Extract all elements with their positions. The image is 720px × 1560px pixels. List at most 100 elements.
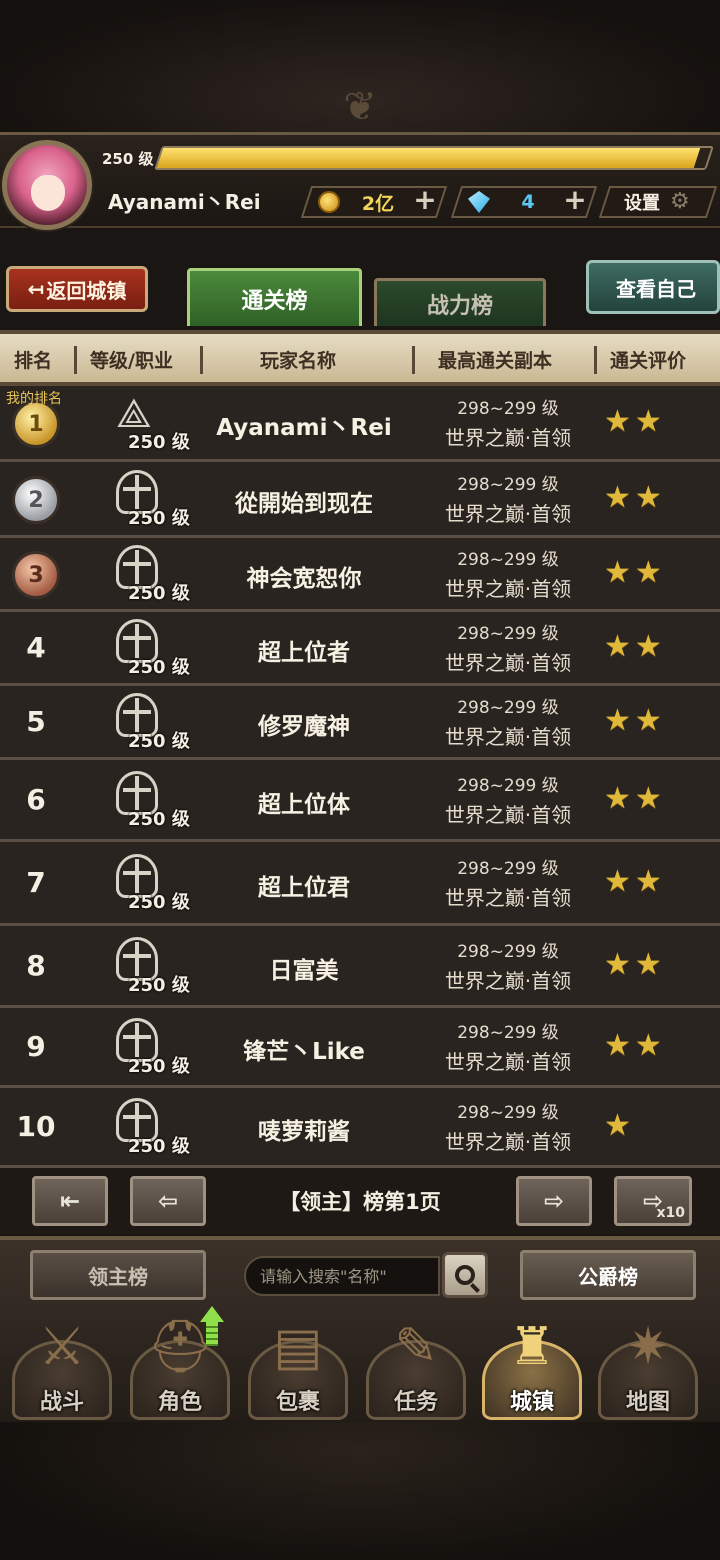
ranking-row[interactable]: 3 250 级 神会宽恕你 298~299 级世界之巅·首领 ★★ [0, 538, 720, 612]
player-name: Ayanami丶Rei [108, 190, 261, 214]
rank-number: 5 [26, 705, 46, 738]
rating-stars-icon: ★★ [604, 864, 666, 899]
ranking-row[interactable]: 10 250 级 唛萝莉酱 298~299 级世界之巅·首领 ★ [0, 1088, 720, 1168]
next-page-button[interactable]: ⇨ [516, 1176, 592, 1226]
col-player: 玩家名称 [260, 350, 337, 372]
row-level: 250 级 [128, 809, 190, 830]
gold-coin-icon [318, 191, 340, 213]
ornament-icon: ❦ [343, 84, 377, 130]
player-name-cell: 神会宽恕你 [246, 566, 362, 592]
stage-name: 世界之巅·首领 [444, 886, 572, 910]
prev-page-button[interactable]: ⇦ [130, 1176, 206, 1226]
upgrade-arrow-icon [200, 1306, 224, 1322]
row-level: 250 级 [128, 657, 190, 678]
rating-stars-icon: ★★ [604, 555, 666, 590]
col-rating: 通关评价 [610, 350, 687, 372]
stage-level-range: 298~299 级 [457, 1023, 559, 1043]
player-level: 250 级 [102, 150, 154, 168]
bag-icon: ▤ [273, 1317, 323, 1377]
battle-icon: ⚔ [38, 1317, 86, 1377]
rank-number: 10 [16, 1110, 56, 1143]
col-divider [200, 346, 203, 374]
gear-icon: ⚙ [670, 189, 690, 214]
tab-power-ranking[interactable]: 战力榜 [374, 278, 546, 326]
quest-icon: ✎ [394, 1317, 438, 1377]
forward-ten-pages-button[interactable]: ⇨ x10 [614, 1176, 692, 1226]
settings-label: 设置 [624, 193, 660, 214]
col-rank: 排名 [14, 350, 53, 372]
ranking-row[interactable]: 9 250 级 锋芒丶Like 298~299 级世界之巅·首领 ★★ [0, 1008, 720, 1088]
add-gem-button[interactable]: + [560, 186, 590, 216]
col-divider [74, 346, 77, 374]
col-level-class: 等级/职业 [90, 350, 173, 372]
rank-number: 4 [26, 631, 46, 664]
nav-label: 角色 [157, 1390, 202, 1415]
row-level: 250 级 [128, 583, 190, 604]
first-page-button[interactable]: ⇤ [32, 1176, 108, 1226]
nav-character[interactable]: ⛑ 角色 [124, 1306, 236, 1420]
rating-stars-icon: ★★ [604, 404, 666, 439]
add-gold-button[interactable]: + [410, 186, 440, 216]
nav-label: 任务 [393, 1390, 438, 1415]
stage-name: 世界之巅·首领 [444, 426, 572, 450]
stage-name: 世界之巅·首领 [444, 651, 572, 675]
nav-map[interactable]: ✷ 地图 [592, 1312, 704, 1420]
row-level: 250 级 [128, 892, 190, 913]
avatar-face-icon [31, 175, 65, 211]
search-input[interactable] [244, 1256, 440, 1296]
player-name-cell: 唛萝莉酱 [258, 1119, 350, 1145]
rank-number: 9 [26, 1030, 46, 1063]
column-header: 排名 等级/职业 玩家名称 最高通关副本 通关评价 [0, 330, 720, 386]
ranking-row[interactable]: 2 250 级 從開始到现在 298~299 级世界之巅·首领 ★★ [0, 462, 720, 538]
ranking-row[interactable]: 1 ⟁ 250 级 Ayanami丶Rei 298~299 级世界之巅·首领 ★★ [0, 386, 720, 462]
back-label: 返回城镇 [46, 278, 127, 303]
nav-label: 城镇 [509, 1390, 554, 1415]
nav-battle[interactable]: ⚔ 战斗 [6, 1312, 118, 1420]
character-icon: ⛑ [146, 1317, 213, 1377]
ranking-row[interactable]: 4 250 级 超上位者 298~299 级世界之巅·首领 ★★ [0, 612, 720, 686]
nav-bag[interactable]: ▤ 包裹 [242, 1312, 354, 1420]
row-level: 250 级 [128, 1056, 190, 1077]
rating-stars-icon: ★★ [604, 703, 666, 738]
stage-level-range: 298~299 级 [457, 399, 559, 419]
settings-button[interactable]: 设置 ⚙ [598, 186, 718, 218]
stage-level-range: 298~299 级 [457, 1103, 559, 1123]
bottom-background [0, 1422, 720, 1560]
tab-clear-ranking[interactable]: 通关榜 [187, 268, 362, 326]
back-to-town-button[interactable]: ↤ 返回城镇 [6, 266, 148, 312]
player-name-cell: 锋芒丶Like [243, 1039, 365, 1065]
row-level: 250 级 [128, 975, 190, 996]
rating-stars-icon: ★★ [604, 947, 666, 982]
stage-name: 世界之巅·首领 [444, 969, 572, 993]
x10-label: x10 [656, 1205, 685, 1221]
town-icon: ♜ [508, 1317, 556, 1377]
ranking-row[interactable]: 8 250 级 日富美 298~299 级世界之巅·首领 ★★ [0, 926, 720, 1008]
gem-value: 4 [521, 191, 535, 213]
duke-ranking-button[interactable]: 公爵榜 [520, 1250, 696, 1300]
ranking-row[interactable]: 5 250 级 修罗魔神 298~299 级世界之巅·首领 ★★ [0, 686, 720, 760]
rating-stars-icon: ★★ [604, 1028, 666, 1063]
lord-ranking-button[interactable]: 领主榜 [30, 1250, 206, 1300]
stage-level-range: 298~299 级 [457, 475, 559, 495]
view-self-button[interactable]: 查看自己 [586, 260, 720, 314]
rank-number: 8 [26, 949, 46, 982]
rating-stars-icon: ★★ [604, 629, 666, 664]
search-button[interactable] [442, 1252, 488, 1298]
nav-label: 地图 [625, 1390, 670, 1415]
player-name-cell: 超上位君 [258, 875, 350, 901]
exp-bar-fill [156, 148, 701, 168]
avatar[interactable] [2, 140, 92, 230]
ranking-row[interactable]: 6 250 级 超上位体 298~299 级世界之巅·首领 ★★ [0, 760, 720, 842]
stage-name: 世界之巅·首领 [444, 1130, 572, 1154]
player-name-cell: 修罗魔神 [258, 714, 350, 740]
stage-name: 世界之巅·首领 [444, 577, 572, 601]
nav-town[interactable]: ♜ 城镇 [476, 1312, 588, 1420]
back-arrow-icon: ↤ [27, 277, 45, 301]
stage-name: 世界之巅·首领 [444, 502, 572, 526]
nav-quest[interactable]: ✎ 任务 [360, 1312, 472, 1420]
rating-stars-icon: ★★ [604, 781, 666, 816]
row-level: 250 级 [128, 432, 190, 453]
stage-level-range: 298~299 级 [457, 624, 559, 644]
ranking-row[interactable]: 7 250 级 超上位君 298~299 级世界之巅·首领 ★★ [0, 842, 720, 926]
search-icon [455, 1265, 475, 1285]
